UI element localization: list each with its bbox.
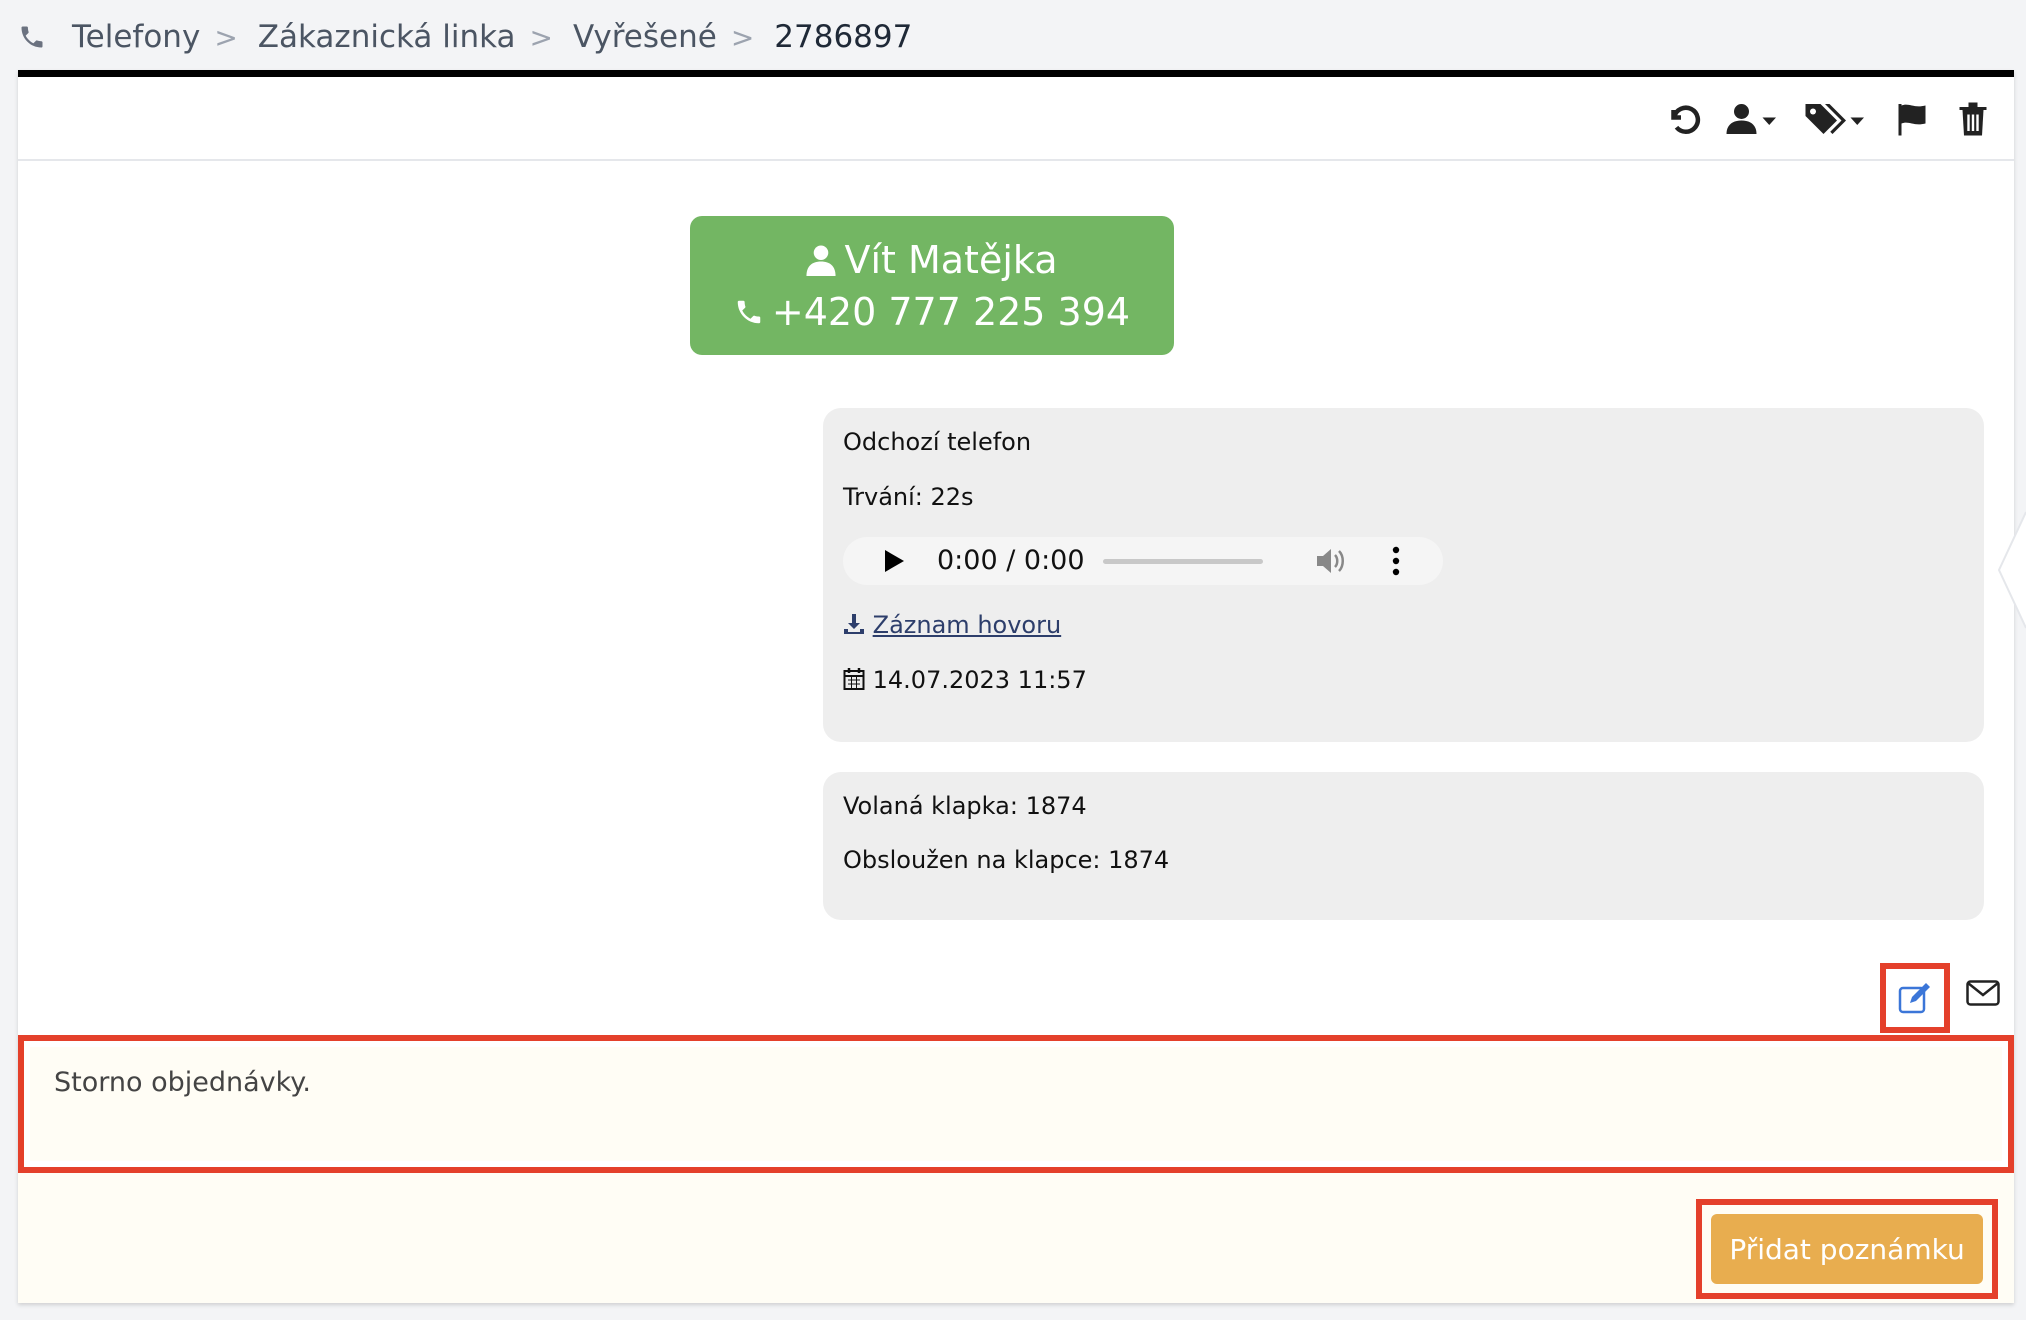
email-button[interactable] xyxy=(1966,980,2000,1010)
called-extension: Volaná klapka: 1874 xyxy=(843,792,1087,820)
call-info-card: Odchozí telefon Trvání: 22s 0:00 / 0:00 … xyxy=(823,408,1984,742)
extension-card: Volaná klapka: 1874 Obsloužen na klapce:… xyxy=(823,772,1984,920)
audio-time: 0:00 / 0:00 xyxy=(937,545,1085,576)
add-note-button[interactable]: Přidat poznámku xyxy=(1711,1214,1983,1284)
breadcrumb: Telefony > Zákaznická linka > Vyřešené >… xyxy=(18,14,912,60)
toolbar xyxy=(18,77,2014,161)
undo-button[interactable] xyxy=(1666,99,1702,139)
breadcrumb-current: 2786897 xyxy=(774,19,913,55)
call-datetime: 14.07.2023 11:57 xyxy=(843,666,1087,694)
call-duration: Trvání: 22s xyxy=(843,483,974,511)
contact-phone[interactable]: +420 777 225 394 xyxy=(772,286,1130,338)
contact-box: Vít Matějka +420 777 225 394 xyxy=(690,216,1174,355)
breadcrumb-item-telefony[interactable]: Telefony xyxy=(72,19,200,55)
contact-name: Vít Matějka xyxy=(844,237,1058,282)
volume-icon[interactable] xyxy=(1315,547,1347,575)
tags-button[interactable] xyxy=(1804,99,1864,139)
ticket-panel: Vít Matějka +420 777 225 394 Odchozí tel… xyxy=(18,70,2014,1303)
breadcrumb-item-vyresene[interactable]: Vyřešené xyxy=(573,19,717,55)
note-highlight: Storno objednávky. xyxy=(18,1035,2014,1173)
user-icon xyxy=(806,244,836,276)
more-options-icon[interactable] xyxy=(1391,546,1401,576)
call-type: Odchozí telefon xyxy=(843,428,1032,456)
edit-note-button[interactable] xyxy=(1880,963,1950,1033)
call-datetime-value: 14.07.2023 11:57 xyxy=(872,666,1087,694)
add-note-highlight: Přidat poznámku xyxy=(1696,1199,1998,1299)
breadcrumb-item-zakaznicka-linka[interactable]: Zákaznická linka xyxy=(258,19,516,55)
assign-user-button[interactable] xyxy=(1726,99,1778,139)
audio-progress-bar[interactable] xyxy=(1103,559,1263,564)
delete-button[interactable] xyxy=(1958,99,1988,139)
tags-icon xyxy=(1805,104,1864,134)
assign-user-icon xyxy=(1726,104,1776,134)
calendar-icon xyxy=(843,668,865,690)
play-icon[interactable] xyxy=(883,549,905,573)
recording-link-label[interactable]: Záznam hovoru xyxy=(873,611,1062,639)
flag-button[interactable] xyxy=(1894,99,1930,139)
breadcrumb-separator: > xyxy=(730,20,755,54)
undo-icon xyxy=(1671,105,1701,134)
side-panel-toggle-icon[interactable] xyxy=(1996,510,2026,630)
edit-icon xyxy=(1898,983,1930,1014)
envelope-icon xyxy=(1966,980,2000,1006)
flag-icon xyxy=(1898,104,1926,136)
served-extension: Obsloužen na klapce: 1874 xyxy=(843,846,1170,874)
phone-icon xyxy=(21,26,43,48)
download-icon xyxy=(844,614,864,634)
note-input[interactable]: Storno objednávky. xyxy=(30,1047,2002,1161)
trash-icon xyxy=(1959,102,1987,136)
recording-link[interactable]: Záznam hovoru xyxy=(843,611,1061,639)
audio-player: 0:00 / 0:00 xyxy=(843,537,1443,585)
phone-icon xyxy=(737,300,761,323)
breadcrumb-separator: > xyxy=(214,20,238,54)
breadcrumb-separator: > xyxy=(529,20,553,54)
